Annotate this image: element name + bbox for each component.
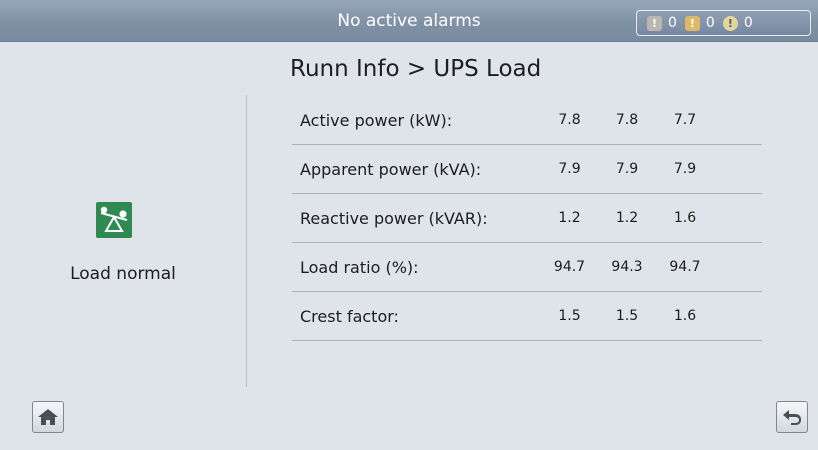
phase-a-value: 7.8 [558,112,581,128]
major-alarm-group: ! 0 [684,15,715,31]
phase-b-value: 7.8 [615,112,639,128]
table-row: Active power (kW): 7.8 7.8 7.7 [292,96,762,145]
back-arrow-icon [783,410,801,425]
page-title: Runn Info > UPS Load [290,56,542,82]
phase-b-value: 7.9 [615,161,639,177]
minor-alarm-group: ! 0 [647,15,677,31]
alarm-bar[interactable]: No active alarms ! 0 ! 0 ! 0 [0,0,818,42]
phase-c-value: 1.6 [673,210,697,226]
table-row: Reactive power (kVAR): 1.2 1.2 1.6 [292,194,762,243]
critical-alarm-count: 0 [743,15,753,31]
load-status-label: Load normal [70,264,176,284]
status-panel [0,95,246,387]
phase-b-value: 1.2 [615,210,639,226]
phase-c-value: 7.9 [673,161,697,177]
phase-a-value: 1.2 [558,210,581,226]
alarm-counts[interactable]: ! 0 ! 0 ! 0 [636,10,811,36]
phase-c-value: 94.7 [669,259,701,275]
panel-divider [246,95,247,387]
table-row: Crest factor: 1.5 1.5 1.6 [292,292,762,341]
row-label: Load ratio (%): [300,257,419,277]
major-alarm-count: 0 [705,15,715,31]
back-button[interactable] [776,401,808,433]
phase-b-value: 1.5 [615,308,639,324]
major-alarm-icon: ! [684,15,700,31]
row-label: Apparent power (kVA): [300,159,482,179]
load-balance-icon [96,202,132,238]
phase-a-value: 1.5 [558,308,581,324]
phase-a-value: 94.7 [553,259,586,275]
phase-c-value: 1.6 [673,308,697,324]
minor-alarm-icon: ! [647,15,662,31]
phase-c-value: 7.7 [673,112,697,128]
row-label: Reactive power (kVAR): [300,208,488,228]
ups-load-table: Active power (kW): 7.8 7.8 7.7 Apparent … [292,96,762,341]
critical-alarm-icon: ! [722,15,738,31]
minor-alarm-count: 0 [668,15,677,31]
critical-alarm-group: ! 0 [722,15,753,31]
table-row: Load ratio (%): 94.7 94.3 94.7 [292,243,762,292]
home-button[interactable] [32,401,64,433]
home-icon [38,409,58,425]
phase-b-value: 94.3 [611,259,643,275]
phase-a-value: 7.9 [558,161,581,177]
row-label: Active power (kW): [300,110,453,130]
row-label: Crest factor: [300,306,399,326]
table-row: Apparent power (kVA): 7.9 7.9 7.9 [292,145,762,194]
